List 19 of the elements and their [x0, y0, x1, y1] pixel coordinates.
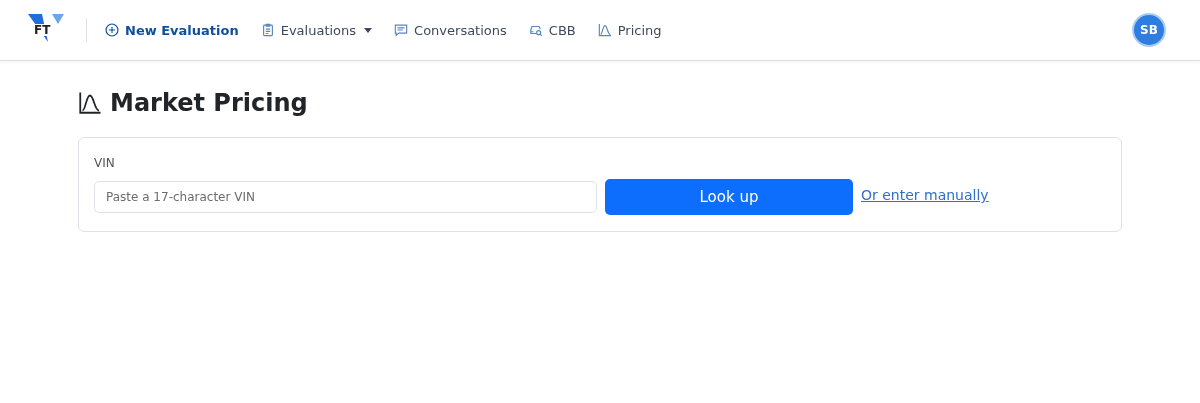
nav-link[interactable]: CBB	[528, 22, 576, 38]
vin-input-field[interactable]: Paste a 17-character VIN	[94, 181, 597, 213]
nav-link[interactable]: New Evaluation	[105, 22, 239, 38]
car-search-icon	[528, 23, 543, 37]
chart-line-icon	[78, 91, 102, 115]
page-title: Market Pricing	[110, 89, 308, 117]
look-up-button[interactable]: Look up	[605, 179, 853, 215]
enter-manually-link[interactable]: Or enter manually	[861, 187, 989, 203]
clipboard-icon	[260, 23, 275, 37]
nav-link[interactable]: Evaluations	[260, 22, 373, 38]
plus-circle-icon	[105, 23, 119, 37]
nav-link[interactable]: Conversations	[394, 22, 507, 38]
logo-text: FT	[33, 24, 52, 36]
field-label: VIN	[94, 156, 116, 170]
chat-icon	[394, 23, 409, 37]
chart-line-icon	[597, 23, 612, 37]
nav-link[interactable]: Pricing	[597, 22, 662, 38]
caret-icon	[364, 27, 373, 33]
user-avatar[interactable]: SB	[1134, 15, 1164, 45]
